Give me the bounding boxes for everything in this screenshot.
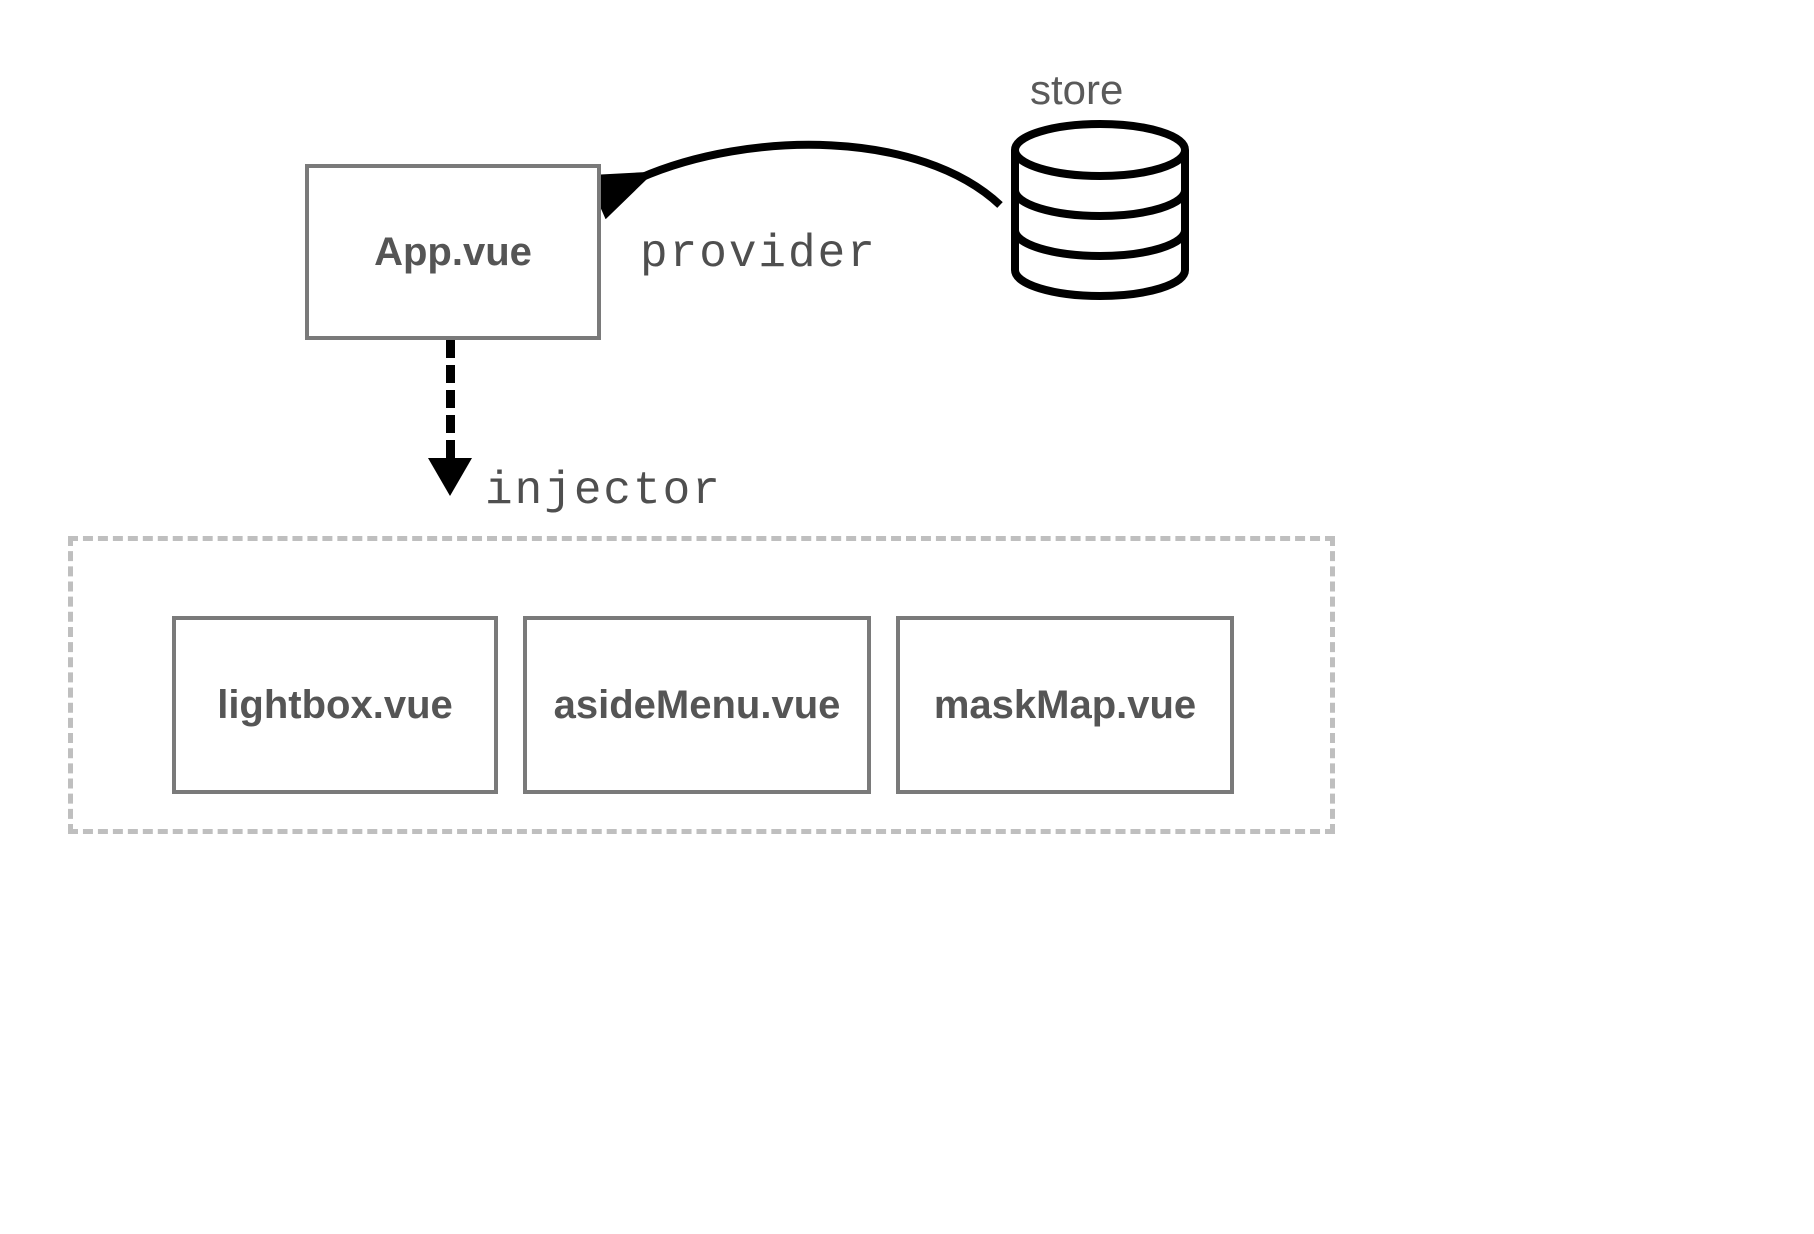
provider-label: provider	[640, 228, 877, 280]
injector-arrow-line	[446, 340, 455, 458]
store-caption: store	[1030, 66, 1123, 114]
app-vue-node: App.vue	[305, 164, 601, 340]
store-to-app-arrow	[600, 120, 1020, 230]
app-vue-label: App.vue	[374, 230, 532, 275]
lightbox-vue-node: lightbox.vue	[172, 616, 498, 794]
injector-label: injector	[485, 465, 722, 517]
injector-arrow-head	[428, 458, 472, 496]
database-icon	[1000, 120, 1200, 310]
asidemenu-vue-node: asideMenu.vue	[523, 616, 871, 794]
maskmap-vue-label: maskMap.vue	[934, 683, 1196, 728]
lightbox-vue-label: lightbox.vue	[217, 683, 453, 728]
asidemenu-vue-label: asideMenu.vue	[554, 683, 841, 728]
maskmap-vue-node: maskMap.vue	[896, 616, 1234, 794]
